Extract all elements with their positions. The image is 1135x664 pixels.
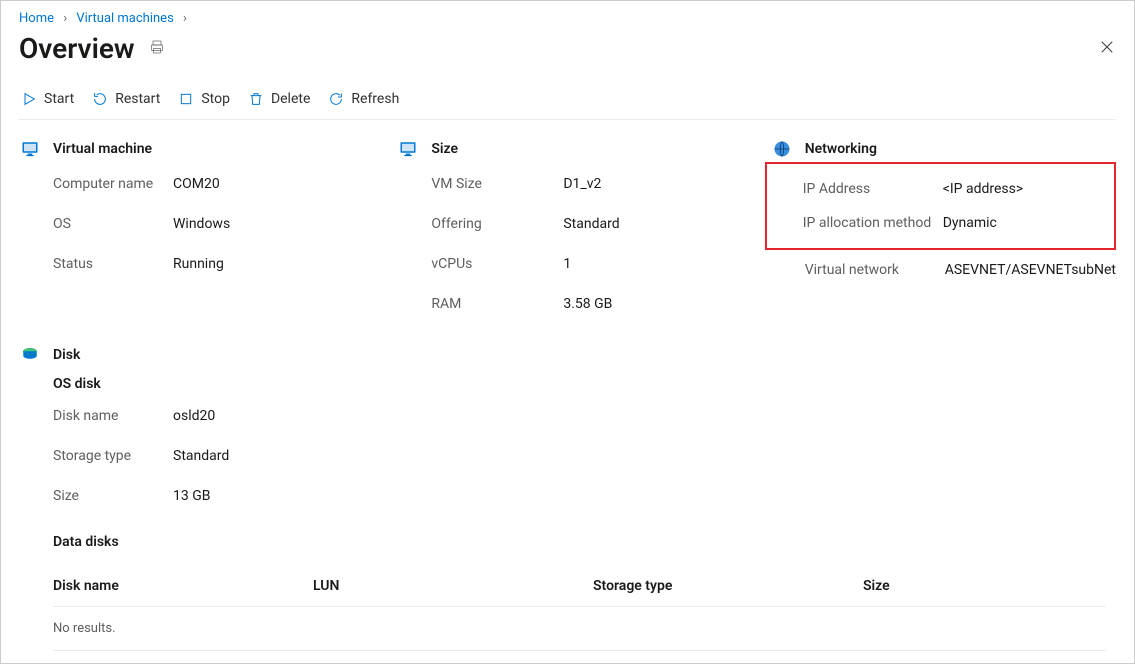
size-heading: Size: [397, 140, 770, 158]
restart-button[interactable]: Restart: [92, 91, 160, 107]
vm-heading: Virtual machine: [19, 140, 397, 158]
value-os: Windows: [173, 216, 230, 232]
label-vnet: Virtual network: [805, 262, 945, 278]
col-disk-name[interactable]: Disk name: [53, 578, 313, 594]
value-offering: Standard: [563, 216, 619, 232]
breadcrumb: Home › Virtual machines ›: [19, 9, 1116, 32]
col-size[interactable]: Size: [863, 578, 1013, 594]
label-disk-size: Size: [53, 488, 173, 504]
close-icon[interactable]: [1098, 38, 1116, 60]
table-row-empty: No results.: [53, 607, 1106, 651]
page-title: Overview: [19, 32, 135, 65]
stop-button[interactable]: Stop: [178, 91, 230, 107]
disk-icon: [21, 346, 39, 364]
networking-highlight: IP Address<IP address> IP allocation met…: [765, 162, 1116, 250]
col-lun[interactable]: LUN: [313, 578, 593, 594]
restart-icon: [92, 91, 108, 107]
start-button[interactable]: Start: [21, 91, 74, 107]
play-icon: [21, 91, 37, 107]
stop-icon: [178, 91, 194, 107]
label-ip: IP Address: [803, 181, 943, 197]
chevron-right-icon: ›: [57, 11, 73, 26]
monitor-icon: [399, 140, 417, 158]
data-disks-table-head: Disk name LUN Storage type Size: [53, 568, 1106, 607]
globe-icon: [773, 140, 791, 158]
toolbar: Start Restart Stop Delete Refresh: [19, 81, 1116, 120]
label-os: OS: [53, 216, 173, 232]
label-vmsize: VM Size: [431, 176, 563, 192]
value-ip: <IP address>: [943, 181, 1023, 197]
os-disk-heading: OS disk: [19, 376, 1116, 392]
value-alloc: Dynamic: [943, 215, 997, 231]
label-status: Status: [53, 256, 173, 272]
label-ram: RAM: [431, 296, 563, 312]
delete-button[interactable]: Delete: [248, 91, 310, 107]
label-alloc: IP allocation method: [803, 215, 943, 231]
breadcrumb-vms[interactable]: Virtual machines: [76, 11, 173, 26]
value-computer-name: COM20: [173, 176, 220, 192]
refresh-icon: [328, 91, 344, 107]
value-storage-type: Standard: [173, 448, 229, 464]
data-disks-heading: Data disks: [19, 534, 1116, 550]
label-disk-name: Disk name: [53, 408, 173, 424]
value-status: Running: [173, 256, 224, 272]
refresh-button[interactable]: Refresh: [328, 91, 399, 107]
breadcrumb-home[interactable]: Home: [19, 11, 54, 26]
label-offering: Offering: [431, 216, 563, 232]
net-heading: Networking: [771, 140, 1116, 158]
disk-heading: Disk: [19, 346, 1116, 364]
col-storage-type[interactable]: Storage type: [593, 578, 863, 594]
value-disk-size: 13 GB: [173, 488, 210, 504]
value-vmsize: D1_v2: [563, 176, 601, 192]
value-ram: 3.58 GB: [563, 296, 612, 312]
printer-icon[interactable]: [149, 39, 165, 59]
value-disk-name: osld20: [173, 408, 215, 424]
value-vcpus: 1: [563, 256, 571, 272]
label-computer-name: Computer name: [53, 176, 173, 192]
label-vcpus: vCPUs: [431, 256, 563, 272]
label-storage-type: Storage type: [53, 448, 173, 464]
no-results-text: No results.: [53, 621, 116, 636]
value-vnet: ASEVNET/ASEVNETsubNet: [945, 262, 1116, 278]
chevron-right-icon: ›: [177, 11, 193, 26]
monitor-icon: [21, 140, 39, 158]
trash-icon: [248, 91, 264, 107]
